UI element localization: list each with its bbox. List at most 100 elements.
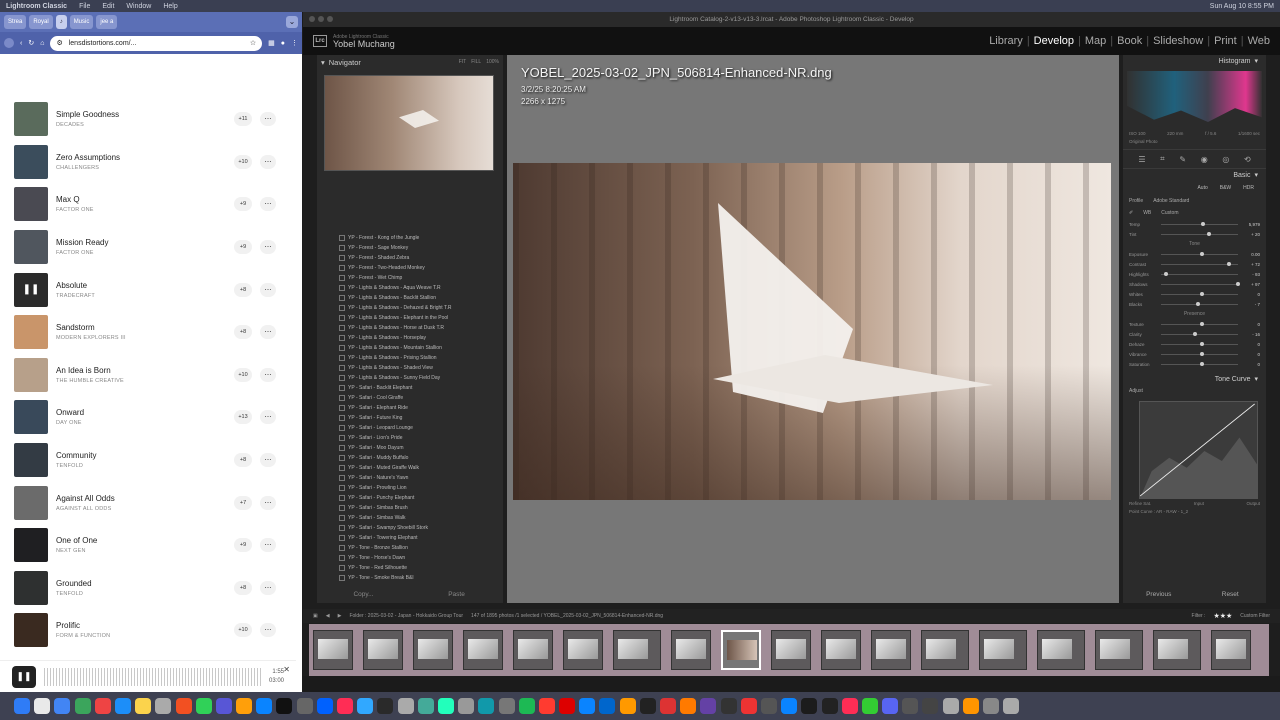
dock-app-icon[interactable] (1003, 698, 1020, 714)
site-info-icon[interactable]: ⚙ (56, 39, 62, 47)
track-row[interactable]: Zero Assumptions CHALLENGERS +10 ⋯ (0, 141, 292, 184)
filmstrip-thumb[interactable] (771, 630, 811, 670)
eyedropper-icon[interactable]: ✐ (1129, 210, 1133, 216)
filmstrip-thumb[interactable] (463, 630, 503, 670)
original-photo-toggle[interactable]: Original Photo (1123, 138, 1266, 145)
more-options-icon[interactable]: ⋯ (260, 325, 276, 340)
slider-track[interactable] (1161, 261, 1238, 266)
slider-value[interactable]: 0 (1242, 362, 1260, 367)
slider-value[interactable]: + 20 (1242, 232, 1260, 237)
preset-item[interactable]: YP - Tone - Bronze Stallion (321, 543, 499, 553)
slider-value[interactable]: 0 (1242, 322, 1260, 327)
album-art[interactable] (14, 230, 48, 265)
dock-app-icon[interactable] (559, 698, 576, 714)
slider-value[interactable]: - 93 (1242, 272, 1260, 277)
slider-value[interactable]: - 16 (1242, 332, 1260, 337)
dock-app-icon[interactable] (619, 698, 636, 714)
track-count-badge[interactable]: +9 (234, 197, 252, 212)
dock-app-icon[interactable] (397, 698, 414, 714)
menubar-app-name[interactable]: Lightroom Classic (6, 3, 67, 10)
histogram-header[interactable]: Histogram ▾ (1123, 55, 1266, 67)
slider-track[interactable] (1161, 331, 1238, 336)
dock-app-icon[interactable] (175, 698, 192, 714)
more-options-icon[interactable]: ⋯ (260, 154, 276, 169)
close-icon[interactable]: ✕ (283, 665, 290, 674)
module-library[interactable]: Library (989, 35, 1023, 47)
slider-track[interactable] (1161, 341, 1238, 346)
dock-app-icon[interactable] (639, 698, 656, 714)
dock-app-icon[interactable] (74, 698, 91, 714)
more-options-icon[interactable]: ⋯ (260, 112, 276, 127)
track-count-badge[interactable]: +10 (234, 623, 252, 638)
dock-app-icon[interactable] (54, 698, 71, 714)
histogram[interactable] (1127, 71, 1262, 129)
browser-tab-4[interactable]: jee a (96, 15, 118, 29)
preset-item[interactable]: YP - Lights & Shadows - Sunny Field Day (321, 373, 499, 383)
menubar-help[interactable]: Help (163, 3, 177, 10)
dock-app-icon[interactable] (195, 698, 212, 714)
preset-item[interactable]: YP - Safari - Future King (321, 413, 499, 423)
slider-track[interactable] (1161, 271, 1238, 276)
slider-track[interactable] (1161, 301, 1238, 306)
preset-item[interactable]: YP - Safari - Muddy Buffalo (321, 453, 499, 463)
preset-item[interactable]: YP - Safari - Muted Giraffe Walk (321, 463, 499, 473)
slider-track[interactable] (1161, 291, 1238, 296)
folder-path[interactable]: Folder : 2025-03-02 - Japan - Hokkaido G… (349, 613, 463, 619)
track-row[interactable]: An Idea is Born THE HUMBLE CREATIVE +10 ⋯ (0, 354, 292, 397)
preset-item[interactable]: YP - Forest - Shaded Zebra (321, 253, 499, 263)
auto-button[interactable]: Auto (1197, 185, 1207, 191)
mask-icon[interactable]: ◎ (1222, 155, 1229, 164)
preset-item[interactable]: YP - Forest - Wet Chimp (321, 273, 499, 283)
filmstrip-thumb[interactable] (979, 630, 1027, 670)
point-curve-select[interactable]: Point Curve : AR - RAW - 1_2 (1123, 508, 1266, 515)
preset-item[interactable]: YP - Lights & Shadows - Dehazed & Bright… (321, 303, 499, 313)
dock-app-icon[interactable] (114, 698, 131, 714)
module-map[interactable]: Map (1085, 35, 1106, 47)
window-controls[interactable] (309, 16, 333, 22)
module-web[interactable]: Web (1248, 35, 1270, 47)
more-options-icon[interactable]: ⋯ (260, 282, 276, 297)
reload-icon[interactable]: ↻ (28, 39, 34, 47)
preset-item[interactable]: YP - Safari - Leopard Lounge (321, 423, 499, 433)
preset-item[interactable]: YP - Forest - Sage Monkey (321, 243, 499, 253)
slider-track[interactable] (1161, 281, 1241, 286)
module-slideshow[interactable]: Slideshow (1153, 35, 1203, 47)
track-count-badge[interactable]: +8 (234, 282, 252, 297)
more-options-icon[interactable]: ⋯ (260, 410, 276, 425)
back-icon[interactable]: ‹ (20, 40, 22, 47)
dock-app-icon[interactable] (34, 698, 51, 714)
album-art[interactable] (14, 528, 48, 563)
slider-track[interactable] (1161, 231, 1238, 236)
slider-track[interactable] (1161, 351, 1238, 356)
slider-track[interactable] (1161, 251, 1238, 256)
track-count-badge[interactable]: +9 (234, 240, 252, 255)
preset-item[interactable]: YP - Safari - Simbas Walk (321, 513, 499, 523)
zoom-fit[interactable]: FIT (459, 59, 467, 65)
preset-item[interactable]: YP - Safari - Simbas Brush (321, 503, 499, 513)
filmstrip-thumb[interactable] (413, 630, 453, 670)
dock-app-icon[interactable] (801, 698, 818, 714)
dock-app-icon[interactable] (458, 698, 475, 714)
dock-app-icon[interactable] (660, 698, 676, 714)
redeye-icon[interactable]: ◉ (1201, 155, 1208, 164)
dock-app-icon[interactable] (155, 698, 172, 714)
preset-item[interactable]: YP - Safari - Punchy Elephant (321, 493, 499, 503)
crop-icon[interactable]: ⌗ (1160, 154, 1165, 164)
main-photo[interactable] (513, 163, 1111, 500)
slider-knob[interactable] (1199, 291, 1204, 296)
filmstrip-thumb[interactable] (671, 630, 711, 670)
previous-button[interactable]: Previous (1123, 585, 1195, 603)
slider-knob[interactable] (1164, 271, 1169, 276)
disclosure-triangle-icon[interactable]: ▾ (321, 58, 325, 67)
preset-item[interactable]: YP - Safari - Towering Elephant (321, 533, 499, 543)
track-count-badge[interactable]: +8 (234, 325, 252, 340)
filmstrip-thumb[interactable] (1037, 630, 1085, 670)
dock-app-icon[interactable] (337, 698, 353, 714)
track-count-badge[interactable]: +10 (234, 367, 252, 382)
slider-value[interactable]: 5,979 (1242, 222, 1260, 227)
tone-curve-header[interactable]: Tone Curve ▾ (1123, 373, 1266, 385)
home-icon[interactable]: ⌂ (40, 40, 44, 47)
dock-app-icon[interactable] (760, 698, 777, 714)
dock-app-icon[interactable] (902, 698, 919, 714)
dock-app-icon[interactable] (296, 698, 313, 714)
